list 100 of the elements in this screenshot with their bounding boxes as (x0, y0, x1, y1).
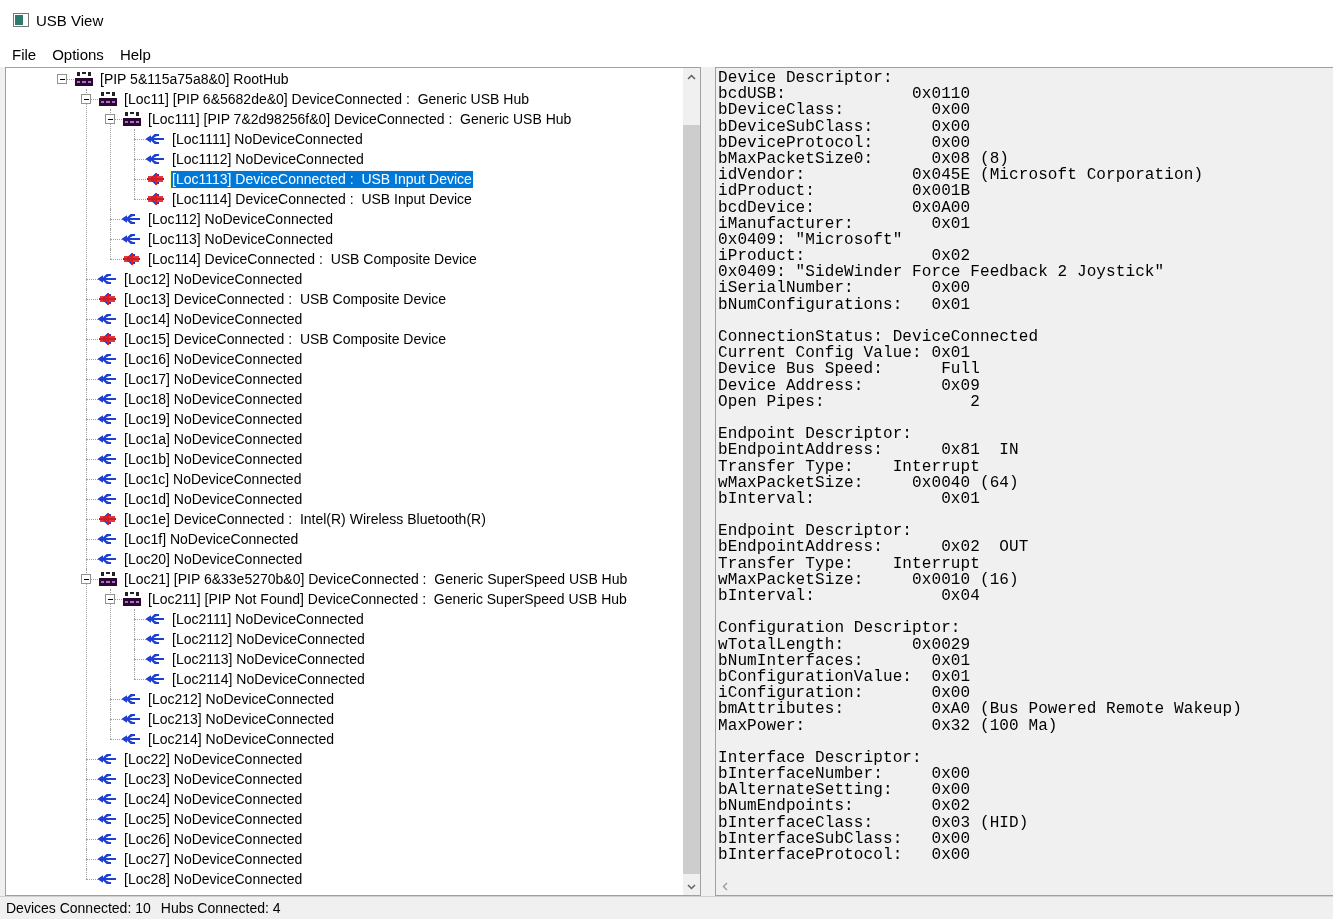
usb-icon (122, 732, 142, 746)
tree-item[interactable]: [Loc21] [PIP 6&33e5270b&0] DeviceConnected : Generic SuperSpeed USB Hub (123, 570, 629, 588)
tree-item[interactable]: [Loc1c] NoDeviceConnected (123, 470, 303, 488)
hub-icon (98, 571, 118, 587)
menu-item[interactable]: Options (44, 45, 112, 63)
tree-item[interactable]: [Loc214] NoDeviceConnected (147, 730, 335, 748)
detail-line: 0x0409: "SideWinder Force Feedback 2 Joystick" (718, 264, 1166, 281)
usb-icon (122, 692, 142, 706)
tree-item[interactable]: [PIP 5&115a75a8&0] RootHub (99, 70, 290, 88)
expander[interactable] (57, 74, 67, 84)
tree-item[interactable]: [Loc1a] NoDeviceConnected (123, 430, 304, 448)
tree-item[interactable]: [Loc112] NoDeviceConnected (147, 210, 334, 228)
expander[interactable] (105, 594, 115, 604)
usb-device-icon (98, 291, 118, 307)
tree-item[interactable]: [Loc1111] NoDeviceConnected (171, 130, 364, 148)
detail-line: Interface Descriptor: (718, 749, 923, 767)
tree-item[interactable]: [Loc26] NoDeviceConnected (123, 830, 304, 848)
menu-item[interactable]: Help (111, 45, 159, 63)
usb-device-icon (146, 171, 166, 187)
tree-item[interactable]: [Loc14] NoDeviceConnected (123, 310, 304, 328)
tree-item[interactable]: [Loc25] NoDeviceConnected (123, 810, 304, 828)
usb-device-icon (98, 511, 118, 527)
tree-item[interactable]: [Loc2113] NoDeviceConnected (171, 650, 366, 668)
tree-item[interactable]: [Loc28] NoDeviceConnected (123, 870, 304, 888)
usb-icon (98, 532, 118, 546)
tree-item[interactable]: [Loc16] NoDeviceConnected (123, 350, 304, 368)
tree-item[interactable]: [Loc211] [PIP Not Found] DeviceConnected : Generic SuperSpeed USB Hub (147, 590, 628, 608)
tree-item[interactable]: [Loc2114] NoDeviceConnected (171, 670, 366, 688)
detail-line: Configuration Descriptor: (718, 620, 962, 637)
menu-item[interactable]: File (4, 45, 45, 63)
tree-item[interactable]: [Loc213] NoDeviceConnected (147, 710, 335, 728)
tree-item[interactable]: [Loc12] NoDeviceConnected (123, 270, 304, 288)
detail-line: bNumEndpoints: 0x02 (718, 798, 972, 815)
tree-item[interactable]: [Loc24] NoDeviceConnected (123, 790, 304, 808)
tree-item[interactable]: [Loc23] NoDeviceConnected (123, 770, 304, 788)
detail-line: iManufacturer: 0x01 (718, 215, 972, 232)
tree-item[interactable]: [Loc1e] DeviceConnected : Intel(R) Wireless Bluetooth(R) (123, 510, 487, 528)
tree-item[interactable]: [Loc1112] NoDeviceConnected (171, 150, 365, 168)
detail-line: bNumConfigurations: 0x01 (718, 296, 972, 313)
status-text: Devices Connected: 10 (6, 900, 151, 916)
tree-item[interactable]: [Loc2112] NoDeviceConnected (171, 630, 366, 648)
tree-item[interactable]: [Loc18] NoDeviceConnected (123, 390, 304, 408)
detail-line: 0x0409: "Microsoft" (718, 231, 904, 249)
tree-item[interactable]: [Loc1114] DeviceConnected : USB Input Device (171, 190, 473, 208)
detail-line: Endpoint Descriptor: (718, 426, 914, 443)
status-text: Hubs Connected: 4 (160, 900, 281, 916)
detail-line: bcdUSB: 0x0110 (718, 86, 972, 103)
hub-icon (122, 111, 142, 127)
tree-item[interactable]: [Loc212] NoDeviceConnected (147, 690, 335, 708)
tree-item[interactable]: [Loc1113] DeviceConnected : USB Input Device (171, 170, 473, 188)
tree-item[interactable]: [Loc111] [PIP 7&2d98256f&0] DeviceConnected : Generic USB Hub (147, 110, 573, 128)
tree-item[interactable]: [Loc113] NoDeviceConnected (147, 230, 334, 248)
usb-icon (98, 492, 118, 506)
tree-item[interactable]: [Loc20] NoDeviceConnected (123, 550, 304, 568)
detail-line: wTotalLength: 0x0029 (718, 636, 972, 653)
tree-item[interactable]: [Loc114] DeviceConnected : USB Composite Device (147, 250, 478, 268)
tree-item[interactable]: [Loc13] DeviceConnected : USB Composite Device (123, 290, 448, 308)
usb-icon (98, 812, 118, 826)
detail-line: wMaxPacketSize: 0x0010 (16) (718, 571, 1020, 588)
usb-icon (98, 432, 118, 446)
usb-icon (146, 612, 166, 626)
detail-line: Transfer Type: Interrupt (718, 555, 981, 572)
usb-icon (122, 712, 142, 726)
detail-line: bInterfaceProtocol: 0x00 (718, 847, 972, 864)
window-title: USB View (36, 11, 104, 29)
detail-line: idProduct: 0x001B (718, 183, 972, 200)
usb-icon (98, 852, 118, 866)
detail-line: bEndpointAddress: 0x81 IN (718, 442, 1020, 459)
tree-item[interactable]: [Loc17] NoDeviceConnected (123, 370, 304, 388)
usb-icon (146, 132, 166, 146)
usb-icon (146, 632, 166, 646)
detail-line: iProduct: 0x02 (718, 248, 971, 265)
tree-item[interactable]: [Loc2111] NoDeviceConnected (171, 610, 365, 628)
chevron-down-icon[interactable] (687, 883, 696, 890)
detail-line: bAlternateSetting: 0x00 (718, 782, 972, 799)
expander[interactable] (81, 94, 91, 104)
usb-icon (98, 352, 118, 366)
tree-item[interactable]: [Loc15] DeviceConnected : USB Composite Device (123, 330, 448, 348)
expander[interactable] (81, 574, 91, 584)
detail-line: MaxPower: 0x32 (100 Ma) (718, 717, 1059, 734)
usb-icon (98, 372, 118, 386)
detail-line: bInterfaceClass: 0x03 (HID) (718, 814, 1030, 831)
expander[interactable] (105, 114, 115, 124)
tree-item[interactable]: [Loc1b] NoDeviceConnected (123, 450, 304, 468)
detail-line: bInterfaceNumber: 0x00 (718, 766, 972, 783)
usb-device-icon (122, 251, 142, 267)
usb-icon (98, 312, 118, 326)
tree-item[interactable]: [Loc11] [PIP 6&5682de&0] DeviceConnected : Generic USB Hub (123, 90, 530, 108)
tree-item[interactable]: [Loc1d] NoDeviceConnected (123, 490, 304, 508)
usb-icon (98, 872, 118, 886)
chevron-up-icon[interactable] (687, 73, 696, 80)
detail-line: wMaxPacketSize: 0x0040 (64) (718, 474, 1020, 491)
detail-line: bDeviceClass: 0x00 (718, 102, 972, 119)
tree-item[interactable]: [Loc27] NoDeviceConnected (123, 850, 304, 868)
tree-item[interactable]: [Loc19] NoDeviceConnected (123, 410, 304, 428)
detail-line: idVendor: 0x045E (Microsoft Corporation) (718, 167, 1205, 184)
tree-item[interactable]: [Loc22] NoDeviceConnected (123, 750, 304, 768)
usb-icon (122, 232, 142, 246)
detail-line: Transfer Type: Interrupt (718, 458, 981, 475)
tree-item[interactable]: [Loc1f] NoDeviceConnected (123, 530, 300, 548)
